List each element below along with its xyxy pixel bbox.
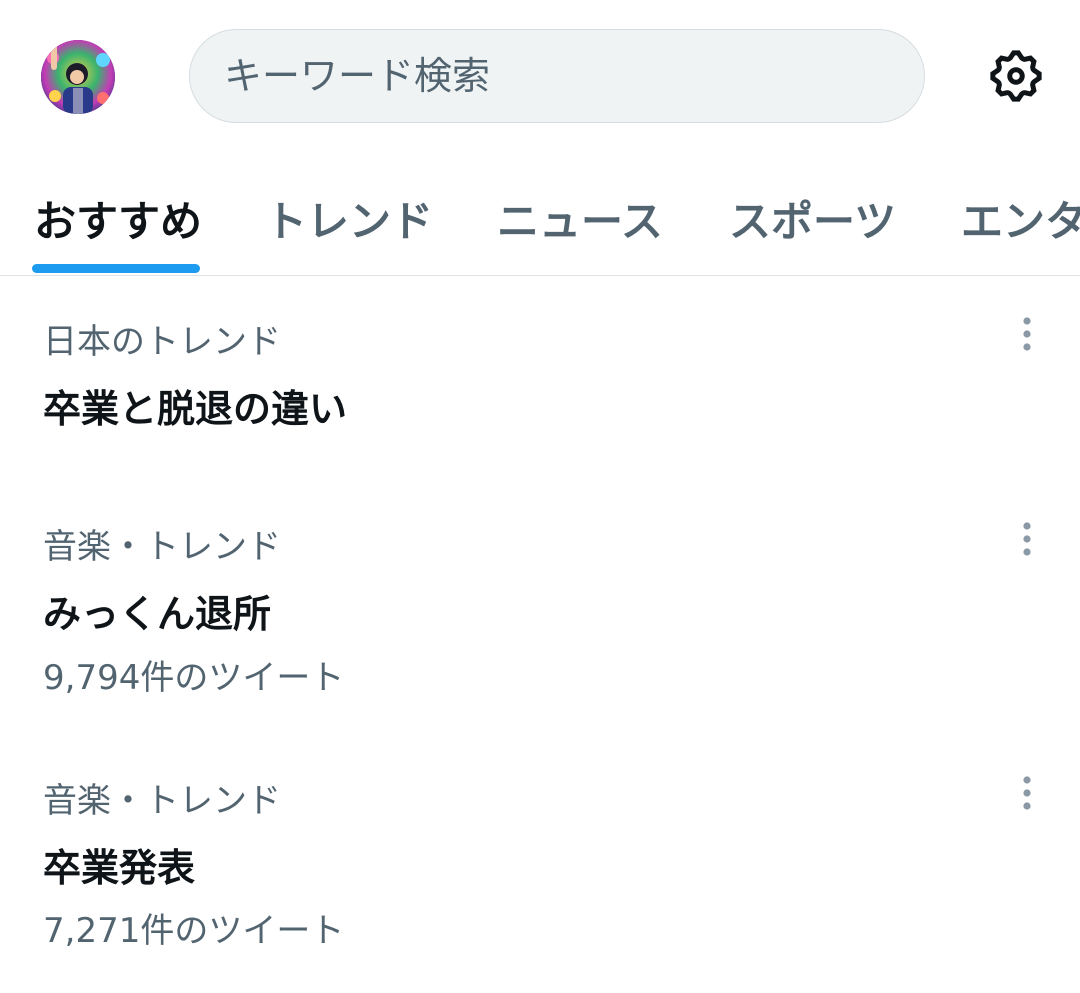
tab-sports[interactable]: スポーツ	[729, 188, 896, 249]
tab-entertainment[interactable]: エンタ	[961, 188, 1080, 249]
more-vertical-icon	[1023, 776, 1031, 810]
explore-tabs: おすすめ トレンド ニュース スポーツ エンタ	[0, 150, 1080, 276]
search-input[interactable]	[222, 53, 924, 99]
trend-category: 日本のトレンド	[43, 322, 281, 362]
tab-trends[interactable]: トレンド	[265, 188, 433, 249]
trend-tweet-count: 9,794件のツイート	[43, 658, 345, 698]
trend-item[interactable]: 音楽・トレンド 卒業発表 7,271件のツイート	[0, 736, 1080, 970]
settings-button[interactable]	[984, 44, 1048, 108]
trend-title: みっくん退所	[43, 592, 272, 636]
trend-more-button[interactable]	[1008, 770, 1046, 816]
trend-title: 卒業発表	[43, 846, 196, 890]
trend-more-button[interactable]	[1008, 516, 1046, 562]
trend-item[interactable]: 音楽・トレンド みっくん退所 9,794件のツイート	[0, 482, 1080, 716]
more-vertical-icon	[1023, 317, 1031, 351]
more-vertical-icon	[1023, 522, 1031, 556]
avatar-image	[41, 40, 115, 114]
trend-item[interactable]: 日本のトレンド 卒業と脱退の違い	[0, 276, 1080, 472]
trend-tweet-count: 7,271件のツイート	[43, 911, 345, 951]
gear-icon	[990, 50, 1042, 102]
trend-more-button[interactable]	[1008, 311, 1046, 357]
search-bar[interactable]	[189, 29, 925, 123]
tab-news[interactable]: ニュース	[497, 188, 663, 249]
trend-category: 音楽・トレンド	[43, 781, 281, 821]
tab-recommended[interactable]: おすすめ	[34, 188, 202, 249]
top-header	[0, 0, 1080, 150]
profile-avatar[interactable]	[41, 40, 115, 114]
trend-category: 音楽・トレンド	[43, 527, 281, 567]
active-tab-indicator	[32, 264, 200, 273]
trend-title: 卒業と脱退の違い	[43, 387, 348, 431]
